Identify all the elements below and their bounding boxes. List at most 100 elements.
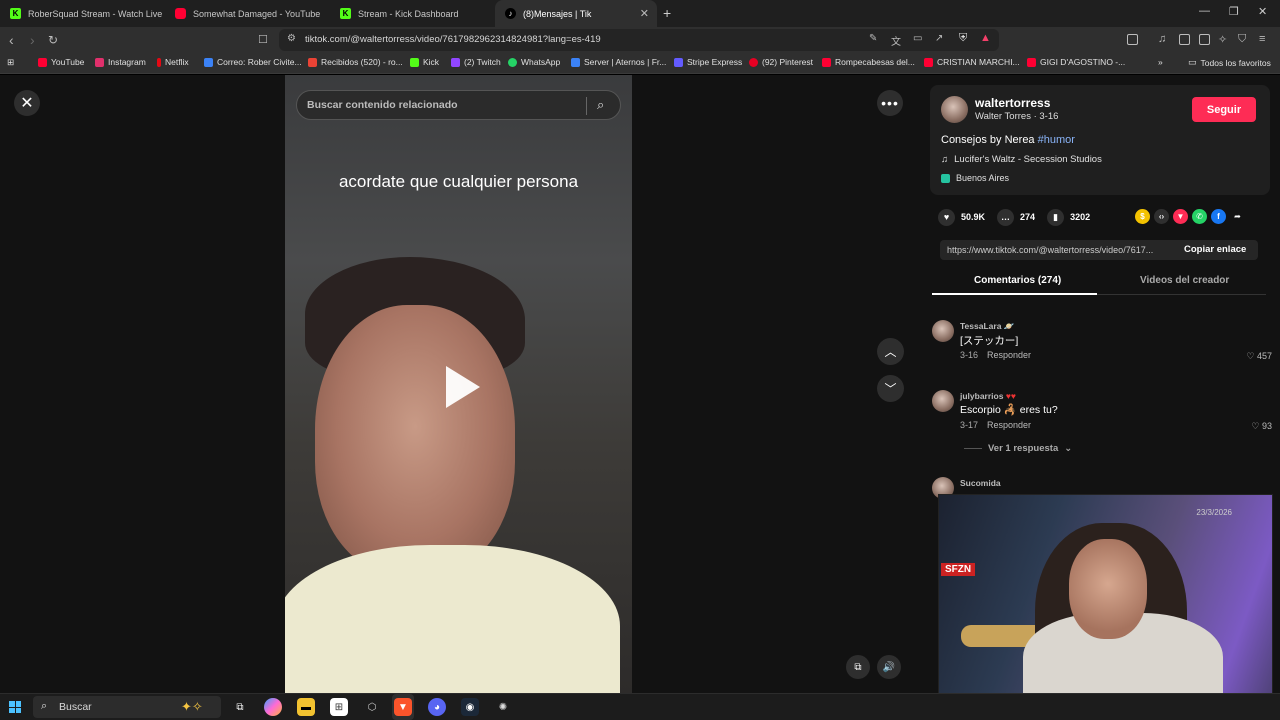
share-icon[interactable]: ↗ bbox=[935, 33, 943, 44]
comment-like[interactable]: ♡ 93 bbox=[1251, 421, 1272, 432]
commenter-name[interactable]: Sucomida bbox=[960, 478, 1001, 488]
commenter-name[interactable]: julybarrios ♥♥ bbox=[960, 391, 1016, 401]
creator-avatar[interactable] bbox=[941, 96, 968, 123]
bookmark-whatsapp[interactable]: WhatsApp bbox=[508, 57, 560, 67]
close-video-button[interactable]: ✕ bbox=[14, 90, 40, 116]
reply-button[interactable]: Responder bbox=[987, 420, 1031, 430]
sidebar-toggle-icon[interactable] bbox=[1127, 34, 1138, 45]
bookmark-label: (92) Pinterest bbox=[762, 57, 814, 67]
obs-icon[interactable]: ⬡ bbox=[363, 698, 381, 716]
chatgpt-icon[interactable]: ✺ bbox=[494, 698, 512, 716]
volume-button[interactable]: 🔊 bbox=[877, 655, 901, 679]
more-options-button[interactable]: ••• bbox=[877, 90, 903, 116]
bookmark-label: WhatsApp bbox=[521, 57, 561, 67]
task-view-icon[interactable]: ⧉ bbox=[231, 698, 249, 716]
apps-icon[interactable]: ⊞ bbox=[7, 57, 14, 68]
floating-player-button[interactable]: ⧉ bbox=[846, 655, 870, 679]
tab-creator-videos[interactable]: Videos del creador bbox=[1140, 275, 1229, 286]
related-search-input[interactable]: Buscar contenido relacionado ⌕ bbox=[296, 90, 621, 120]
like-button[interactable]: ♥ 50.9K bbox=[938, 208, 985, 226]
share-link-text[interactable]: https://www.tiktok.com/@waltertorress/vi… bbox=[947, 245, 1173, 255]
copilot-sparkle-icon: ✦✧ bbox=[181, 699, 203, 714]
microsoft-store-icon[interactable]: ⊞ bbox=[330, 698, 348, 716]
all-bookmarks[interactable]: ▭ Todos los favoritos bbox=[1188, 57, 1271, 68]
bookmark-correo[interactable]: Correo: Rober Civite... bbox=[204, 57, 302, 67]
comment-button[interactable]: … 274 bbox=[997, 208, 1035, 226]
save-count: 3202 bbox=[1070, 212, 1091, 222]
commenter-avatar[interactable] bbox=[932, 320, 954, 342]
tab-tiktok[interactable]: ♪ (8)Mensajes | Tik ✕ bbox=[495, 0, 657, 27]
minimize-icon[interactable]: — bbox=[1199, 5, 1210, 17]
search-icon[interactable]: ⌕ bbox=[597, 97, 604, 113]
translate-icon[interactable]: 文 bbox=[891, 33, 901, 48]
previous-video-button[interactable]: ︿ bbox=[877, 338, 904, 365]
coin-icon[interactable]: $ bbox=[1135, 209, 1150, 224]
bookmark-netflix[interactable]: Netflix bbox=[157, 57, 189, 67]
facebook-icon[interactable]: f bbox=[1211, 209, 1226, 224]
video-player[interactable]: acordate que cualquier persona bbox=[285, 75, 632, 693]
view-replies-button[interactable]: Ver 1 respuesta ⌄ bbox=[964, 443, 1072, 454]
hashtag-link[interactable]: #humor bbox=[1038, 134, 1075, 146]
bookmark-kick[interactable]: Kick bbox=[410, 57, 439, 67]
windows-start-icon[interactable] bbox=[9, 701, 21, 713]
follow-button[interactable]: Seguir bbox=[1192, 97, 1256, 122]
comment-like[interactable]: ♡ 457 bbox=[1246, 351, 1272, 362]
steam-icon[interactable]: ◉ bbox=[461, 698, 479, 716]
tab-comments[interactable]: Comentarios (274) bbox=[974, 275, 1061, 286]
menu-icon[interactable]: ≡ bbox=[1259, 33, 1265, 45]
next-video-button[interactable]: ﹀ bbox=[877, 375, 904, 402]
forward-icon[interactable]: › bbox=[30, 32, 35, 48]
close-tab-icon[interactable]: ✕ bbox=[640, 7, 649, 20]
embed-icon[interactable]: ‹› bbox=[1154, 209, 1169, 224]
bookmark-stripe[interactable]: Stripe Express bbox=[674, 57, 742, 67]
file-explorer-icon[interactable]: ▬ bbox=[297, 698, 315, 716]
reply-button[interactable]: Responder bbox=[987, 350, 1031, 360]
back-icon[interactable]: ‹ bbox=[9, 32, 14, 48]
bookmark-cristian[interactable]: CRISTIAN MARCHI... bbox=[924, 57, 1020, 67]
commenter-name[interactable]: TessaLara 🪐 bbox=[960, 321, 1014, 332]
bookmark-instagram[interactable]: Instagram bbox=[95, 57, 146, 67]
taskbar-search[interactable]: ⌕ Buscar ✦✧ bbox=[33, 696, 221, 718]
new-tab-icon[interactable]: + bbox=[663, 5, 671, 21]
discord-icon[interactable]: ◕ bbox=[428, 698, 446, 716]
reload-icon[interactable]: ↻ bbox=[48, 33, 58, 47]
bookmark-pinterest[interactable]: (92) Pinterest bbox=[749, 57, 813, 67]
wallet-icon[interactable] bbox=[1199, 34, 1210, 45]
play-icon[interactable] bbox=[446, 366, 480, 408]
music-icon[interactable]: ♫ bbox=[1158, 33, 1166, 45]
location-link[interactable]: Buenos Aires bbox=[941, 173, 1009, 183]
shield-icon[interactable]: ⛨ bbox=[959, 32, 967, 45]
creator-username[interactable]: waltertorress bbox=[975, 96, 1050, 110]
commenter-avatar[interactable] bbox=[932, 390, 954, 412]
vpn-icon[interactable]: ⛉ bbox=[1238, 33, 1246, 46]
bookmark-aternos[interactable]: Server | Aternos | Fr... bbox=[571, 57, 666, 67]
leo-ai-icon[interactable]: ✧ bbox=[1218, 33, 1227, 46]
send-icon[interactable]: ▼ bbox=[1173, 209, 1188, 224]
split-view-icon[interactable] bbox=[1179, 34, 1190, 45]
bookmark-gmail[interactable]: Recibidos (520) - ro... bbox=[308, 57, 403, 67]
more-bookmarks-icon[interactable]: » bbox=[1158, 57, 1163, 67]
bookmark-icon[interactable]: ☐ bbox=[258, 33, 268, 46]
cast-icon[interactable]: ▭ bbox=[913, 33, 922, 44]
bookmark-twitch[interactable]: (2) Twitch bbox=[451, 57, 501, 67]
save-button[interactable]: ▮ 3202 bbox=[1047, 208, 1091, 226]
share-arrow-icon[interactable]: ➦ bbox=[1230, 209, 1245, 224]
bookmark-rompecabesas[interactable]: Rompecabesas del... bbox=[822, 57, 915, 67]
tab-roberSquad[interactable]: K RoberSquad Stream - Watch Live bbox=[0, 0, 165, 27]
close-window-icon[interactable]: ✕ bbox=[1258, 5, 1267, 18]
reader-icon[interactable]: ✎ bbox=[869, 33, 877, 44]
tab-kick-dashboard[interactable]: K Stream - Kick Dashboard bbox=[330, 0, 495, 27]
whatsapp-icon[interactable]: ✆ bbox=[1192, 209, 1207, 224]
bookmark-youtube[interactable]: YouTube bbox=[38, 57, 84, 67]
address-bar[interactable]: ⚙ tiktok.com/@waltertorress/video/761798… bbox=[279, 29, 999, 51]
copy-link-button[interactable]: Copiar enlace bbox=[1184, 244, 1246, 255]
rewards-icon[interactable]: ▲ bbox=[980, 32, 991, 44]
url-text[interactable]: tiktok.com/@waltertorress/video/76179829… bbox=[305, 34, 601, 45]
tab-youtube[interactable]: Somewhat Damaged - YouTube bbox=[165, 0, 330, 27]
restore-icon[interactable]: ❐ bbox=[1229, 5, 1239, 18]
brave-browser-icon[interactable]: ▼ bbox=[394, 698, 412, 716]
copilot-icon[interactable] bbox=[264, 698, 282, 716]
music-link[interactable]: ♫ Lucifer's Waltz - Secession Studios bbox=[941, 154, 1102, 165]
site-info-icon[interactable]: ⚙ bbox=[287, 33, 296, 44]
bookmark-gigi[interactable]: GIGI D'AGOSTINO -... bbox=[1027, 57, 1125, 67]
